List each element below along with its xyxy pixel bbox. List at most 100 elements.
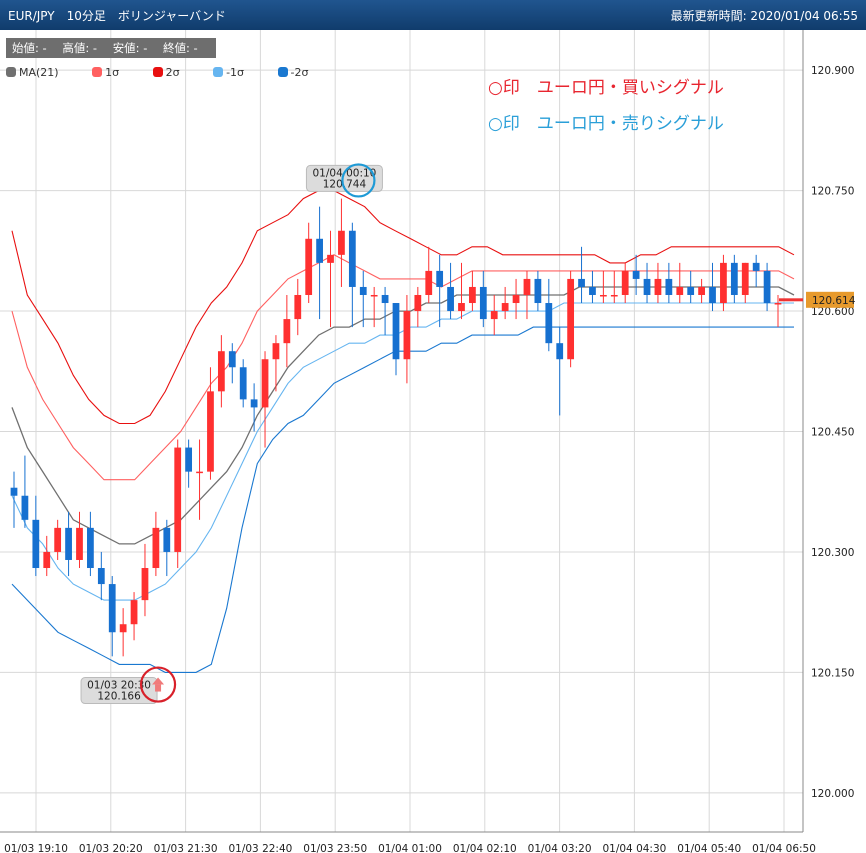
candle bbox=[621, 270, 629, 295]
candle bbox=[338, 230, 345, 255]
y-tick-label: 120.900 bbox=[811, 65, 854, 77]
candle bbox=[76, 527, 83, 560]
candlestick-chart: 120.900 120.750 120.600 120.450 120.300 120.1… bbox=[0, 30, 856, 853]
candle bbox=[752, 262, 760, 271]
candle bbox=[87, 527, 94, 569]
last-updated: 最新更新時間: 2020/01/04 06:55 bbox=[670, 9, 858, 23]
candle bbox=[709, 286, 716, 304]
candle bbox=[250, 399, 258, 408]
candle bbox=[163, 527, 171, 552]
candle bbox=[119, 624, 127, 633]
candle bbox=[283, 319, 291, 344]
candle bbox=[654, 278, 662, 295]
candle bbox=[207, 391, 214, 472]
candle bbox=[458, 303, 465, 312]
band-line-minus1 bbox=[11, 302, 794, 601]
candle bbox=[610, 294, 618, 297]
x-tick-label: 01/04 06:50 bbox=[752, 843, 816, 853]
candle bbox=[316, 238, 323, 263]
candle bbox=[392, 303, 400, 360]
candle bbox=[228, 351, 236, 368]
y-tick-label: 120.300 bbox=[811, 547, 854, 559]
candle bbox=[272, 343, 280, 360]
candle bbox=[676, 286, 684, 295]
candle bbox=[545, 303, 553, 344]
candle bbox=[174, 447, 182, 552]
band-line-minus2 bbox=[11, 326, 794, 673]
legend-ma[interactable]: MA(21) bbox=[6, 66, 59, 79]
x-tick-label: 01/03 21:30 bbox=[154, 843, 218, 853]
candle bbox=[589, 286, 596, 295]
candle bbox=[501, 303, 509, 312]
candle bbox=[21, 495, 29, 520]
chart-header-bar: EUR/JPY 10分足 ボリンジャーバンド 最新更新時間: 2020/01/0… bbox=[0, 0, 866, 30]
legend-minus1-swatch bbox=[213, 67, 224, 77]
last-price-label: 120.614 bbox=[812, 295, 856, 307]
candle bbox=[359, 286, 367, 295]
candle bbox=[741, 262, 749, 295]
y-tick-label: 120.450 bbox=[811, 427, 854, 439]
candle bbox=[32, 519, 40, 569]
candle bbox=[370, 294, 378, 297]
legend-plus1[interactable]: 1σ bbox=[92, 66, 119, 79]
legend-minus2[interactable]: -2σ bbox=[277, 66, 308, 79]
candle bbox=[720, 262, 727, 304]
candle bbox=[698, 286, 705, 295]
candle bbox=[414, 294, 422, 312]
candle bbox=[65, 527, 72, 560]
y-tick-label: 120.150 bbox=[811, 667, 854, 679]
candle bbox=[327, 254, 334, 263]
candle bbox=[196, 471, 203, 474]
candle bbox=[687, 286, 695, 295]
sell-signal-annotation: ○印 ユーロ円・売りシグナル bbox=[488, 114, 724, 134]
callout-price: 120.166 bbox=[97, 691, 141, 703]
candle bbox=[632, 270, 640, 279]
candle bbox=[479, 286, 487, 320]
candle bbox=[425, 270, 433, 295]
candle bbox=[436, 270, 444, 287]
up-arrow-stem bbox=[155, 684, 162, 692]
low-value: 安値: - bbox=[112, 41, 148, 55]
x-tick-label: 01/04 02:10 bbox=[453, 843, 517, 853]
candle bbox=[599, 294, 607, 297]
candle bbox=[130, 600, 138, 625]
y-tick-label: 120.000 bbox=[811, 788, 854, 800]
candle bbox=[578, 278, 585, 287]
candle bbox=[54, 527, 62, 552]
x-tick-label: 01/04 01:00 bbox=[378, 843, 442, 853]
legend-minus2-swatch bbox=[277, 67, 288, 77]
candle bbox=[447, 286, 454, 312]
candle bbox=[490, 311, 498, 320]
legend-plus2-swatch bbox=[152, 67, 163, 77]
candle bbox=[534, 278, 542, 304]
x-tick-label: 01/03 22:40 bbox=[228, 843, 292, 853]
candle bbox=[403, 311, 411, 360]
y-tick-label: 120.600 bbox=[811, 306, 854, 318]
candle bbox=[108, 584, 116, 633]
candle bbox=[185, 447, 193, 472]
candle bbox=[469, 286, 476, 304]
candle bbox=[305, 238, 313, 295]
close-value: 終値: - bbox=[163, 41, 198, 55]
open-value: 始値: - bbox=[12, 41, 47, 55]
candle bbox=[643, 278, 651, 295]
chart-title: EUR/JPY 10分足 ボリンジャーバンド bbox=[8, 9, 226, 23]
candle bbox=[141, 568, 149, 601]
x-tick-label: 01/03 20:20 bbox=[79, 843, 143, 853]
x-tick-label: 01/03 19:10 bbox=[4, 843, 68, 853]
band-line-ma bbox=[11, 286, 795, 545]
last-price-bar bbox=[779, 298, 803, 302]
x-tick-label: 01/04 05:40 bbox=[677, 843, 741, 853]
candle bbox=[763, 270, 771, 304]
candle bbox=[523, 278, 531, 295]
legend-ma-swatch bbox=[6, 67, 16, 77]
candle bbox=[567, 278, 575, 360]
x-tick-label: 01/04 03:20 bbox=[528, 843, 592, 853]
candle bbox=[152, 527, 160, 569]
legend-minus1[interactable]: -1σ bbox=[213, 66, 244, 79]
candle bbox=[97, 568, 105, 585]
candle bbox=[556, 343, 564, 360]
candle bbox=[10, 487, 18, 496]
buy-signal-annotation: ○印 ユーロ円・買いシグナル bbox=[488, 78, 724, 98]
legend-plus2[interactable]: 2σ bbox=[152, 66, 180, 79]
